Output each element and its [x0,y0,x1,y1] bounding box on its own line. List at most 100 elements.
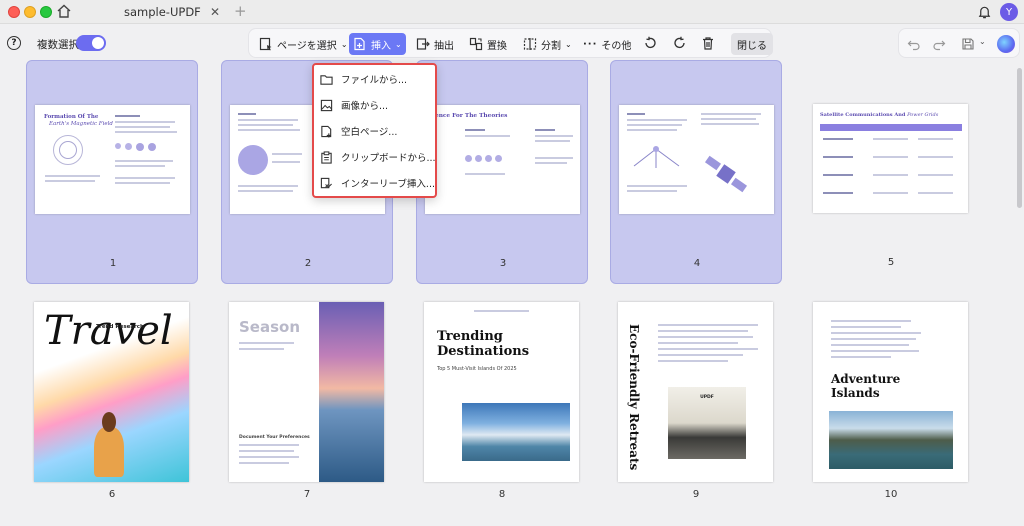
page-preview: Satellite Communications And Power Grids [813,104,968,213]
menu-item-blank-page[interactable]: 空白ページ... [320,120,397,142]
island-photo [829,411,953,469]
extract-icon [416,38,430,50]
page-title: Trending [437,329,503,344]
menu-item-from-image[interactable]: 画像から... [320,94,388,116]
page-title: Eco-Friendly Retreats [627,324,641,471]
page-thumbnail-card[interactable]: 4 [610,60,782,284]
home-icon[interactable] [56,3,72,19]
page-number: 3 [499,258,507,269]
replace-button[interactable]: 置換 [465,33,511,55]
rotate-left-icon[interactable] [643,36,657,50]
menu-item-from-file[interactable]: ファイルから... [320,68,407,90]
page-thumbnail-card[interactable]: Adventure Islands 10 [805,295,977,519]
page-title: Season [239,318,301,336]
extract-button[interactable]: 抽出 [412,33,458,55]
tab-title: sample-UPDF [124,5,201,19]
select-page-label: ページを選択 [277,40,337,52]
more-label: その他 [601,40,632,52]
page-number: 10 [884,489,898,500]
page-preview: Trending Destinations Top 5 Must-Visit I… [424,302,579,482]
select-page-icon [259,37,272,51]
page-number: 7 [303,489,311,500]
page-subtitle: Power Grids [907,112,939,118]
minimize-window-button[interactable] [24,6,36,18]
new-tab-button[interactable]: + [234,2,247,20]
menu-item-label: ファイルから... [341,75,408,86]
page-number: 9 [692,489,700,500]
page-title: ence For The Theories [435,113,508,119]
folder-icon [320,74,333,85]
menu-item-label: インターリーブ挿入... [341,179,435,190]
page-thumbnail-card[interactable]: Season Document Your Preferences 7 [221,295,393,519]
page-preview: Eco-Friendly Retreats UPDF [618,302,773,482]
page-thumbnail-card[interactable]: ence For The Theories 3 [416,60,588,284]
trash-icon[interactable] [701,36,715,50]
rotate-right-icon[interactable] [673,36,687,50]
more-dots-icon: ··· [583,38,598,50]
page-subtitle: Earth's Magnetic Field [49,121,113,127]
replace-icon [469,37,483,51]
save-icon[interactable] [961,37,975,51]
page-preview [619,105,774,214]
page-preview: Season Document Your Preferences [229,302,384,482]
select-page-button[interactable]: ページを選択 ⌄ [255,33,352,55]
page-thumbnail-card[interactable]: Trending Destinations Top 5 Must-Visit I… [416,295,588,519]
page-subtitle: Trend Research [96,324,144,330]
page-caption: UPDF [700,395,714,400]
page-thumbnail-card[interactable]: Travel Trend Research 6 [26,295,198,519]
page-thumbnail-card[interactable]: Eco-Friendly Retreats UPDF 9 [610,295,782,519]
chevron-down-icon[interactable]: ⌄ [979,37,986,46]
page-number: 4 [693,258,701,269]
undo-icon[interactable] [907,37,921,51]
redo-icon[interactable] [932,37,946,51]
replace-label: 置換 [487,40,507,52]
page-caption: Top 5 Must-Visit Islands Of 2025 [437,366,517,372]
insert-button[interactable]: 挿入 ⌄ [349,33,406,55]
split-button[interactable]: 分割 ⌄ [519,33,576,55]
page-number: 6 [108,489,116,500]
extract-label: 抽出 [434,40,454,52]
blank-page-icon [321,125,332,138]
page-number: 1 [109,258,117,269]
toolbar: ? 複数選択 ページを選択 ⌄ 挿入 ⌄ 抽出 置換 分割 ⌄ ··· その他 [0,25,1024,60]
chevron-down-icon: ⌄ [565,39,572,49]
chevron-down-icon: ⌄ [395,39,402,49]
page-title: Travel [44,308,173,354]
menu-item-label: 空白ページ... [341,127,398,138]
page-subtitle: Document Your Preferences [239,435,310,440]
page-thumbnail-card[interactable]: Satellite Communications And Power Grids… [805,60,977,284]
menu-item-label: 画像から... [341,101,389,112]
clipboard-icon [321,150,332,164]
close-window-button[interactable] [8,6,20,18]
bell-icon[interactable] [977,4,992,20]
vertical-scrollbar[interactable] [1017,68,1022,208]
menu-item-interleave-insert[interactable]: インターリーブ挿入... [320,172,435,194]
title-bar: sample-UPDF ✕ + Y [0,0,1024,24]
interleave-icon [320,177,332,188]
close-button[interactable]: 閉じる [731,33,773,55]
more-button[interactable]: ··· その他 [579,33,635,55]
help-icon[interactable]: ? [7,36,21,50]
close-label: 閉じる [737,40,767,52]
page-number: 8 [498,489,506,500]
page-tools-group: ページを選択 ⌄ 挿入 ⌄ 抽出 置換 分割 ⌄ ··· その他 閉じる [248,28,773,58]
split-icon [523,38,537,50]
tab-close-icon[interactable]: ✕ [210,5,220,19]
zoom-window-button[interactable] [40,6,52,18]
multi-select-toggle[interactable] [76,35,106,51]
page-title: Adventure [831,372,901,386]
island-photo [462,403,570,461]
ai-assistant-icon[interactable] [997,35,1015,53]
menu-item-from-clipboard[interactable]: クリップボードから... [320,146,436,168]
insert-dropdown-menu: ファイルから... 画像から... 空白ページ... クリップボードから... … [312,63,437,198]
menu-item-label: クリップボードから... [341,153,436,164]
page-preview: Formation Of The Earth's Magnetic Field [35,105,190,214]
document-tab[interactable]: sample-UPDF ✕ [88,0,228,24]
page-thumbnail-card[interactable]: Formation Of The Earth's Magnetic Field … [26,60,198,284]
insert-label: 挿入 [371,40,391,52]
page-subtitle: Islands [831,386,880,400]
multi-select-label: 複数選択 [37,39,79,51]
page-title: Satellite Communications And [820,112,906,118]
image-icon [320,99,333,111]
avatar[interactable]: Y [1000,3,1018,21]
